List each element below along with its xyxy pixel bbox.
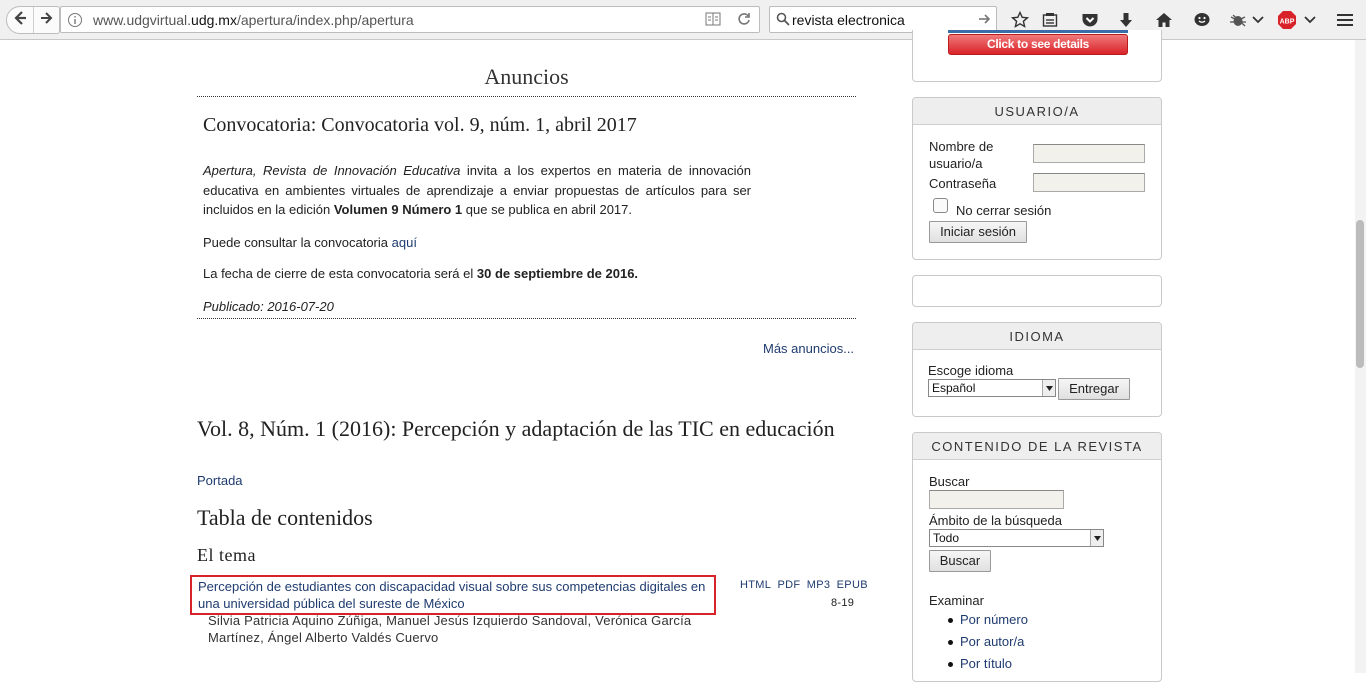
empty-block <box>912 275 1162 307</box>
language-submit-button[interactable]: Entregar <box>1058 378 1130 400</box>
article-title-link[interactable]: Percepción de estudiantes con discapacid… <box>198 578 718 612</box>
published-date: Publicado: 2016-07-20 <box>203 299 334 314</box>
scope-selected: Todo <box>933 531 960 545</box>
remember-label: No cerrar sesión <box>956 203 1052 218</box>
reader-view-icon[interactable] <box>705 12 721 31</box>
deadline-text: La fecha de cierre de esta convocatoria … <box>203 266 477 281</box>
adblock-plus-icon[interactable]: ABP <box>1277 10 1297 30</box>
section-heading: El tema <box>197 545 256 565</box>
forward-arrow-icon <box>40 11 54 30</box>
url-path: /apertura/index.php/apertura <box>236 12 414 28</box>
select-arrow-icon <box>1042 380 1055 396</box>
login-button[interactable]: Iniciar sesión <box>929 221 1027 243</box>
divider <box>197 96 856 97</box>
badge-block: Click to see details <box>912 30 1162 82</box>
nav-button-group <box>6 6 60 34</box>
language-block-title: IDIOMA <box>913 323 1161 350</box>
reload-icon[interactable] <box>737 12 751 31</box>
browse-by-title-link[interactable]: Por título <box>960 656 1012 671</box>
search-go-icon[interactable] <box>978 12 992 31</box>
epub-galley-link[interactable]: EPUB <box>837 579 868 591</box>
url-domain: udg.mx <box>191 12 237 28</box>
bookmarks-library-icon[interactable] <box>1040 10 1060 30</box>
announcement-body: Apertura, Revista de Innovación Educativ… <box>203 161 751 220</box>
announcement-title: Convocatoria: Convocatoria vol. 9, núm. … <box>203 114 637 136</box>
scope-select[interactable]: Todo <box>929 529 1104 547</box>
journal-content-block: CONTENIDO DE LA REVISTA Buscar Ámbito de… <box>912 432 1162 682</box>
article-authors: Silvia Patricia Aquino Zúñiga, Manuel Je… <box>208 613 692 645</box>
menu-icon[interactable] <box>1335 10 1355 30</box>
call-link[interactable]: aquí <box>392 235 417 250</box>
pocket-icon[interactable] <box>1080 10 1100 30</box>
search-label: Buscar <box>929 474 970 489</box>
consult-line: Puede consultar la convocatoria aquí <box>203 235 417 250</box>
cover-link[interactable]: Portada <box>197 473 243 488</box>
badge-top-strip <box>948 30 1128 33</box>
deadline-date: 30 de septiembre de 2016. <box>476 266 639 281</box>
scope-label: Ámbito de la búsqueda <box>929 513 1062 528</box>
svg-text:ABP: ABP <box>1280 19 1295 26</box>
user-block-title: USUARIO/A <box>913 98 1161 125</box>
consult-text: Puede consultar la convocatoria <box>203 235 392 250</box>
back-button[interactable] <box>7 7 34 33</box>
journal-search-button[interactable]: Buscar <box>929 550 991 572</box>
language-select[interactable]: Español <box>928 379 1056 397</box>
downloads-icon[interactable] <box>1116 10 1136 30</box>
deadline-line: La fecha de cierre de esta convocatoria … <box>203 266 638 281</box>
extension-bug-icon[interactable] <box>1228 10 1248 30</box>
announcements-heading: Anuncios <box>484 64 569 89</box>
username-label: Nombre de usuario/a <box>929 139 994 171</box>
forward-button[interactable] <box>35 7 59 33</box>
search-bar[interactable] <box>769 6 997 33</box>
back-arrow-icon <box>12 10 28 31</box>
announcement-text-end: que se publica en abril 2017. <box>462 202 633 217</box>
language-label: Escoge idioma <box>928 363 1014 378</box>
chevron-down-icon[interactable] <box>1300 10 1320 30</box>
hello-chat-icon[interactable] <box>1192 10 1212 30</box>
html-galley-link[interactable]: HTML <box>740 579 771 591</box>
browse-by-author-link[interactable]: Por autor/a <box>960 634 1024 649</box>
bullet <box>948 662 953 667</box>
published-date-text: Publicado: 2016-07-20 <box>203 299 334 314</box>
remember-checkbox[interactable] <box>933 198 948 213</box>
site-info-icon[interactable] <box>67 12 83 33</box>
more-announcements-link[interactable]: Más anuncios... <box>763 341 854 356</box>
divider <box>197 318 856 319</box>
language-block: IDIOMA Escoge idioma Español Entregar <box>912 322 1162 417</box>
mp3-galley-link[interactable]: MP3 <box>807 579 831 591</box>
language-selected: Español <box>932 381 976 395</box>
journal-name: Apertura, Revista de Innovación Educativ… <box>203 163 461 178</box>
pdf-galley-link[interactable]: PDF <box>778 579 801 591</box>
edition-name: Volumen 9 Número 1 <box>333 202 463 217</box>
browse-label: Examinar <box>929 593 984 608</box>
article-pages: 8-19 <box>831 597 855 609</box>
url-bar[interactable]: www.udgvirtual.udg.mx/apertura/index.php… <box>60 6 760 33</box>
select-arrow-icon <box>1090 530 1103 546</box>
url-prefix: www.udgvirtual. <box>93 12 192 28</box>
home-icon[interactable] <box>1154 10 1174 30</box>
issue-title: Vol. 8, Núm. 1 (2016): Percepción y adap… <box>197 416 835 441</box>
search-input[interactable] <box>792 10 972 30</box>
scrollbar-thumb[interactable] <box>1356 220 1364 368</box>
url-text: www.udgvirtual.udg.mx/apertura/index.php… <box>93 12 414 28</box>
password-input[interactable] <box>1033 173 1145 192</box>
article-galleys: HTML PDF MP3 EPUB <box>740 579 871 591</box>
see-details-badge[interactable]: Click to see details <box>948 34 1128 55</box>
username-input[interactable] <box>1033 144 1145 163</box>
bookmark-star-icon[interactable] <box>1010 10 1030 30</box>
password-label: Contraseña <box>929 176 997 191</box>
search-icon <box>776 12 790 31</box>
chevron-down-icon[interactable] <box>1248 10 1268 30</box>
journal-content-title: CONTENIDO DE LA REVISTA <box>913 433 1161 460</box>
toc-heading: Tabla de contenidos <box>197 505 373 530</box>
browse-by-issue-link[interactable]: Por número <box>960 612 1028 627</box>
journal-search-input[interactable] <box>929 490 1064 509</box>
bullet <box>948 640 953 645</box>
bullet <box>948 618 953 623</box>
user-block: USUARIO/A Nombre de usuario/a Contraseña… <box>912 97 1162 260</box>
